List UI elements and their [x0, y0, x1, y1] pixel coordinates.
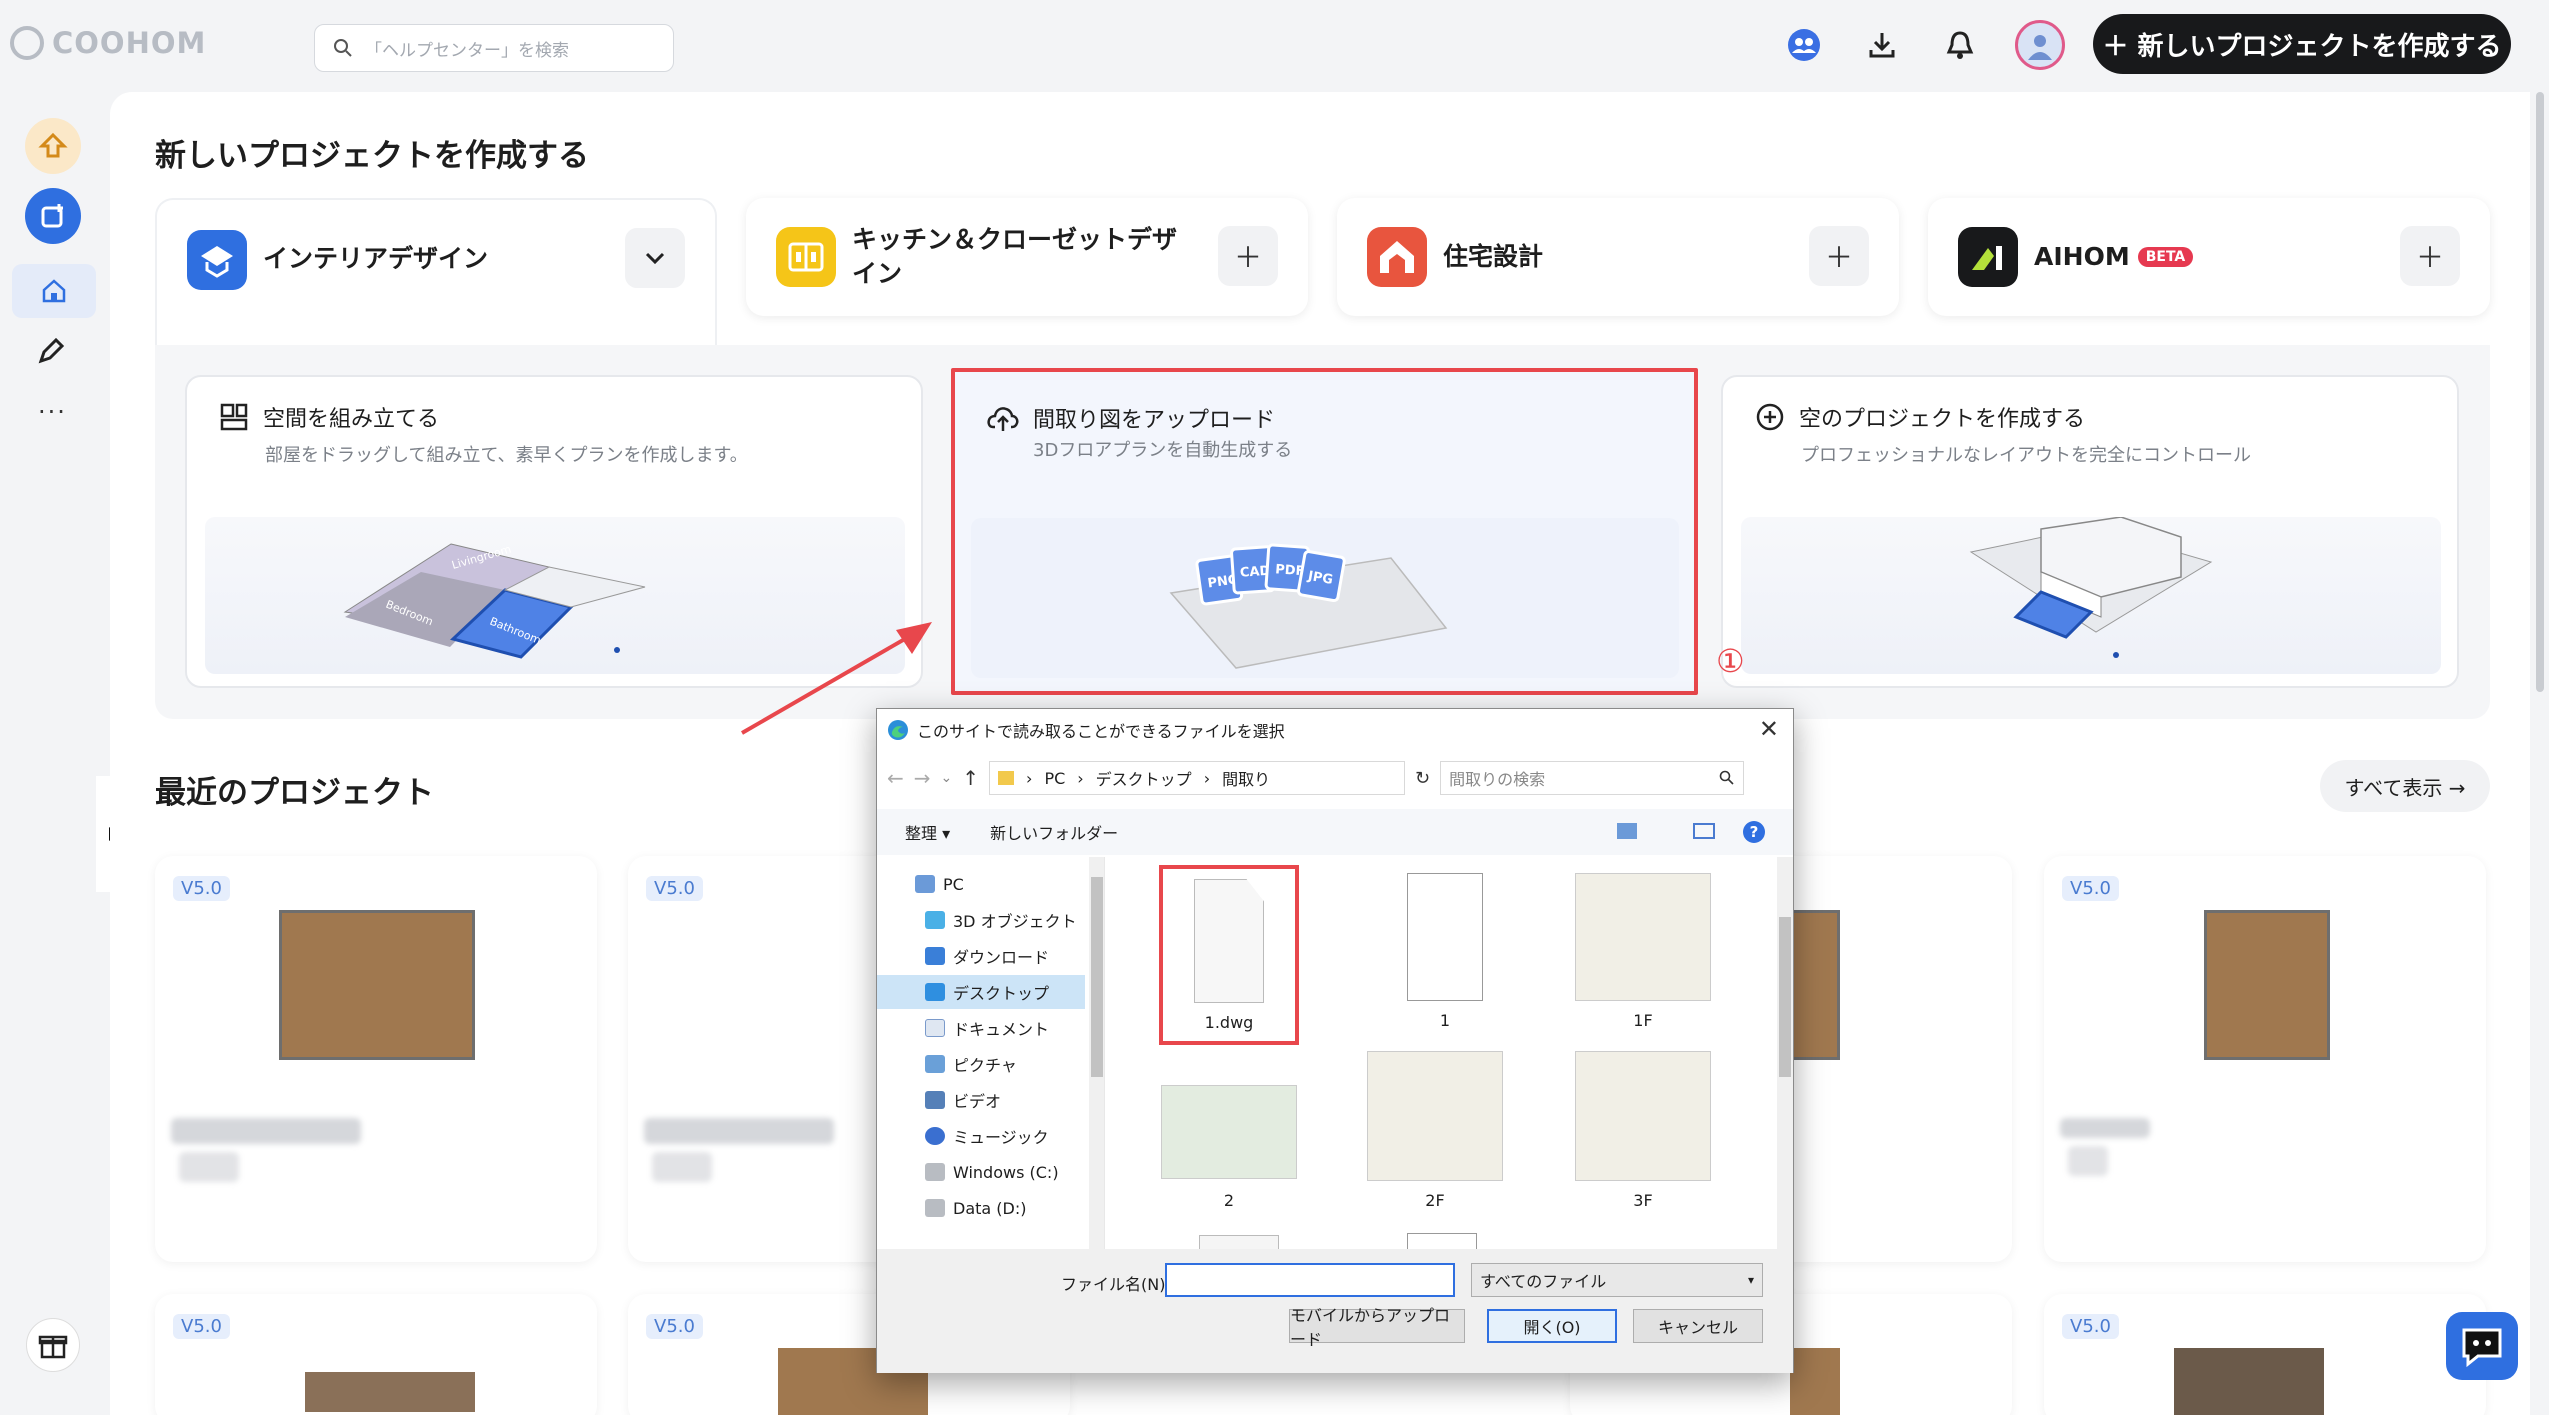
floorplan-thumbnail — [1367, 1051, 1503, 1181]
refresh-icon[interactable]: ↻ — [1415, 768, 1430, 789]
folder-search-input[interactable]: 間取りの検索 — [1440, 761, 1745, 795]
file-type-select[interactable]: すべてのファイル ▾ — [1471, 1263, 1763, 1297]
file-name: 1.dwg — [1204, 1013, 1254, 1032]
view-options-icon[interactable] — [1617, 823, 1637, 839]
file-name: 2 — [1223, 1191, 1235, 1210]
file-item-3f[interactable]: 3F — [1573, 1051, 1713, 1210]
floorplan-thumbnail — [1575, 873, 1711, 1001]
tree-scrollbar[interactable] — [1089, 857, 1104, 1249]
file-item-2f[interactable]: 2F — [1365, 1051, 1505, 1210]
close-icon[interactable]: ✕ — [1759, 715, 1779, 743]
music-icon — [925, 1127, 945, 1145]
tree-item-3d-objects[interactable]: 3D オブジェクト — [877, 903, 1085, 937]
videos-icon — [925, 1091, 945, 1109]
tree-item-desktop[interactable]: デスクトップ — [877, 975, 1085, 1009]
file-list-scrollbar[interactable] — [1777, 857, 1793, 1249]
address-row: ← → ⌄ ↑ › PC › デスクトップ › 間取り ↻ 間取りの検索 — [887, 759, 1787, 797]
floorplan-thumbnail — [1575, 1051, 1711, 1181]
3d-objects-icon — [925, 911, 945, 929]
dialog-titlebar: このサイトで読み取ることができるファイルを選択 ✕ — [877, 709, 1793, 751]
file-item-1f[interactable]: 1F — [1573, 873, 1713, 1030]
recent-locations-icon[interactable]: ⌄ — [941, 770, 953, 786]
documents-icon — [925, 1019, 945, 1037]
tree-item-videos[interactable]: ビデオ — [877, 1083, 1085, 1117]
command-bar: 整理 ▾ 新しいフォルダー ? — [877, 809, 1793, 855]
file-name: 2F — [1425, 1191, 1445, 1210]
breadcrumb-item[interactable]: 間取り — [1222, 766, 1270, 790]
drive-icon — [925, 1199, 945, 1217]
tree-item-documents[interactable]: ドキュメント — [877, 1011, 1085, 1045]
pictures-icon — [925, 1055, 945, 1073]
file-item-2[interactable]: 2 — [1159, 1085, 1299, 1210]
back-arrow-icon[interactable]: ← — [887, 766, 904, 790]
tree-item-pictures[interactable]: ピクチャ — [877, 1047, 1085, 1081]
chevron-down-icon: ▾ — [1747, 1273, 1754, 1287]
dialog-title: このサイトで読み取ることができるファイルを選択 — [917, 722, 1285, 741]
edge-browser-icon — [888, 720, 908, 740]
folder-search-placeholder: 間取りの検索 — [1449, 770, 1546, 789]
file-type-value: すべてのファイル — [1480, 1272, 1607, 1291]
filename-input[interactable] — [1165, 1263, 1455, 1297]
file-list: 1.dwg 1 1F 2 2F 3F — [1107, 857, 1777, 1249]
file-item-partial[interactable] — [1407, 1233, 1477, 1249]
breadcrumb-item[interactable]: デスクトップ — [1096, 766, 1192, 790]
new-folder-button[interactable]: 新しいフォルダー — [990, 820, 1118, 844]
file-item-1[interactable]: 1 — [1375, 873, 1515, 1030]
dwg-file-icon — [1194, 879, 1264, 1003]
tree-item-drive-c[interactable]: Windows (C:) — [877, 1155, 1085, 1189]
file-name: 1 — [1439, 1011, 1451, 1030]
file-open-dialog: このサイトで読み取ることができるファイルを選択 ✕ ← → ⌄ ↑ › PC › デ… — [876, 708, 1794, 1373]
dialog-footer: ファイル名(N): すべてのファイル ▾ モバイルからアップロード 開く(O) … — [877, 1249, 1793, 1373]
drive-icon — [925, 1163, 945, 1181]
desktop-icon — [925, 983, 945, 1001]
file-name: 3F — [1633, 1191, 1653, 1210]
tree-item-downloads[interactable]: ダウンロード — [877, 939, 1085, 973]
download-folder-icon — [925, 947, 945, 965]
navigation-pane: PC 3D オブジェクト ダウンロード デスクトップ ドキュメント ピクチャ ビ… — [877, 857, 1105, 1249]
filename-label: ファイル名(N): — [1061, 1275, 1171, 1294]
upload-from-mobile-button[interactable]: モバイルからアップロード — [1289, 1306, 1465, 1349]
preview-pane-icon[interactable] — [1693, 823, 1715, 839]
pc-icon — [915, 875, 935, 893]
search-icon — [1719, 770, 1734, 785]
open-button[interactable]: 開く(O) — [1487, 1309, 1617, 1343]
floorplan-thumbnail — [1407, 873, 1483, 1001]
floorplan-thumbnail — [1161, 1085, 1297, 1179]
file-item-1-dwg[interactable]: 1.dwg — [1159, 865, 1299, 1045]
address-bar[interactable]: › PC › デスクトップ › 間取り — [989, 761, 1406, 795]
tree-item-music[interactable]: ミュージック — [877, 1119, 1085, 1153]
tree-item-drive-d[interactable]: Data (D:) — [877, 1191, 1085, 1225]
forward-arrow-icon[interactable]: → — [914, 766, 931, 790]
up-arrow-icon[interactable]: ↑ — [962, 766, 979, 790]
help-icon[interactable]: ? — [1743, 821, 1765, 843]
organize-menu[interactable]: 整理 ▾ — [905, 820, 950, 844]
file-item-partial[interactable] — [1199, 1235, 1279, 1249]
folder-icon — [998, 771, 1015, 785]
breadcrumb-item[interactable]: PC — [1044, 769, 1065, 788]
tree-item-pc[interactable]: PC — [877, 867, 1085, 901]
cancel-button[interactable]: キャンセル — [1633, 1309, 1763, 1343]
file-name: 1F — [1633, 1011, 1653, 1030]
